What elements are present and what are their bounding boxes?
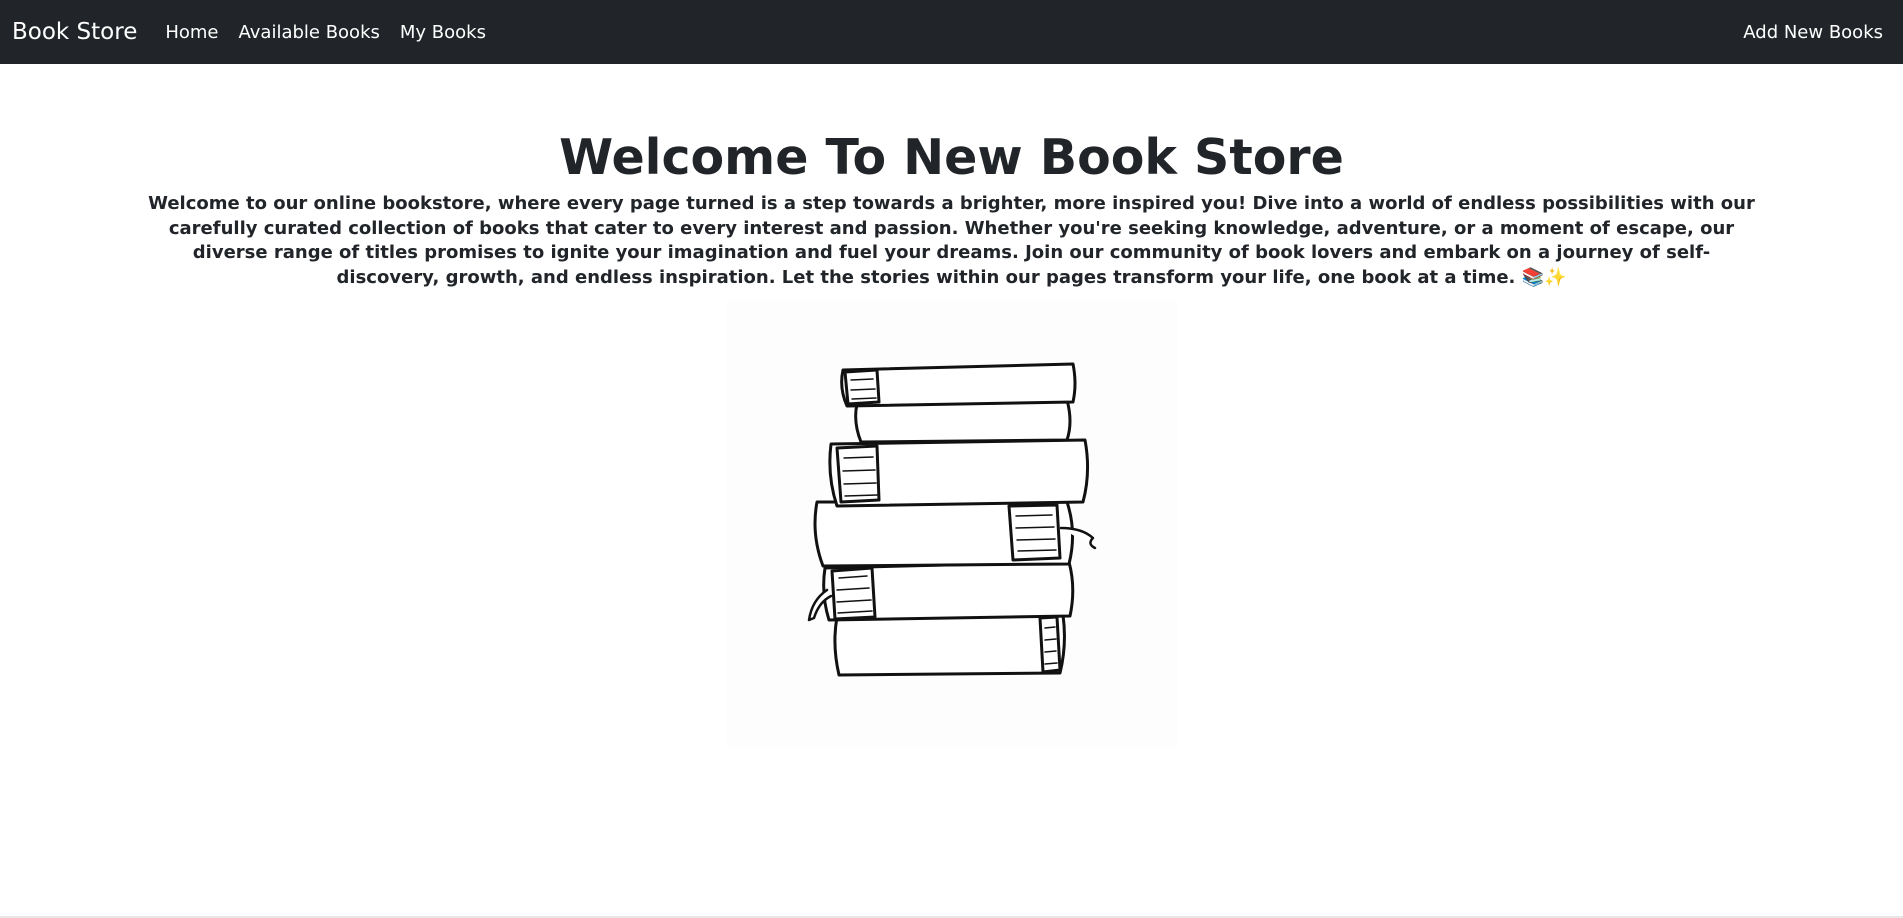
brand-link[interactable]: Book Store xyxy=(12,19,137,45)
book-stack-image xyxy=(727,300,1177,748)
navbar: Book Store Home Available Books My Books… xyxy=(0,0,1903,64)
page-title: Welcome To New Book Store xyxy=(559,129,1344,186)
nav-link-my-books[interactable]: My Books xyxy=(400,22,486,43)
intro-text: Welcome to our online bookstore, where e… xyxy=(148,193,1755,288)
nav-link-home[interactable]: Home xyxy=(165,22,218,43)
nav-link-available-books[interactable]: Available Books xyxy=(239,22,380,43)
book-stack-illustration xyxy=(807,362,1097,677)
nav-link-add-new-books[interactable]: Add New Books xyxy=(1743,22,1883,43)
main-content: Welcome To New Book Store Welcome to our… xyxy=(0,64,1903,290)
